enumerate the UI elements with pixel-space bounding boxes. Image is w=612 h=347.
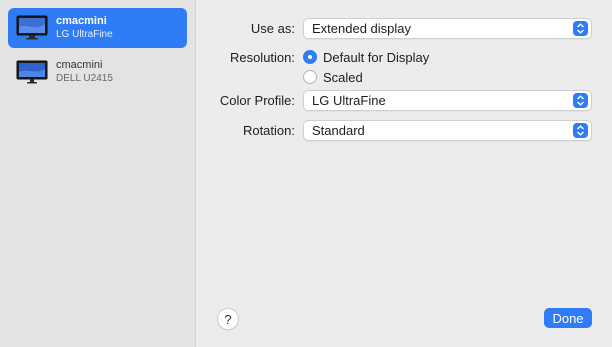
resolution-scaled-label: Scaled	[323, 69, 363, 85]
color-profile-label: Color Profile:	[219, 92, 295, 108]
display-model: DELL U2415	[56, 73, 113, 84]
display-name: cmacmini	[56, 15, 107, 27]
monitor-icon	[16, 15, 48, 41]
use-as-label: Use as:	[250, 20, 295, 36]
display-settings-panel: Use as: Extended display Resolution: Def…	[197, 0, 612, 347]
rotation-value: Standard	[312, 122, 365, 138]
resolution-label: Resolution:	[229, 49, 295, 65]
chevron-updown-icon	[573, 20, 588, 36]
resolution-row: Resolution: Default for Display	[197, 46, 612, 68]
resolution-scaled-option[interactable]: Scaled	[303, 70, 363, 85]
displays-settings-window: cmacmini LG UltraFine cmacmini DELL U241…	[0, 0, 612, 347]
help-button[interactable]: ?	[217, 308, 239, 330]
color-profile-value: LG UltraFine	[312, 92, 386, 108]
resolution-default-option[interactable]: Default for Display	[303, 50, 429, 65]
use-as-popup[interactable]: Extended display	[303, 17, 592, 39]
rotation-row: Rotation: Standard	[197, 119, 612, 141]
sidebar-item-dell-u2415[interactable]: cmacmini DELL U2415	[8, 52, 187, 92]
color-profile-row: Color Profile: LG UltraFine	[197, 89, 612, 111]
sidebar-item-lg-ultrafine[interactable]: cmacmini LG UltraFine	[8, 8, 187, 48]
use-as-value: Extended display	[312, 20, 412, 36]
radio-default-for-display[interactable]	[303, 50, 317, 64]
rotation-popup[interactable]: Standard	[303, 119, 592, 141]
resolution-default-label: Default for Display	[323, 49, 430, 65]
display-model: LG UltraFine	[56, 29, 113, 40]
radio-scaled[interactable]	[303, 70, 317, 84]
display-sidebar: cmacmini LG UltraFine cmacmini DELL U241…	[0, 0, 196, 347]
chevron-updown-icon	[573, 122, 588, 138]
chevron-updown-icon	[573, 92, 588, 108]
done-button[interactable]: Done	[544, 308, 592, 328]
use-as-row: Use as: Extended display	[197, 17, 612, 39]
rotation-label: Rotation:	[242, 122, 295, 138]
resolution-scaled-row: Scaled	[197, 66, 612, 88]
monitor-icon	[16, 59, 48, 85]
color-profile-popup[interactable]: LG UltraFine	[303, 89, 592, 111]
display-name: cmacmini	[56, 59, 103, 71]
